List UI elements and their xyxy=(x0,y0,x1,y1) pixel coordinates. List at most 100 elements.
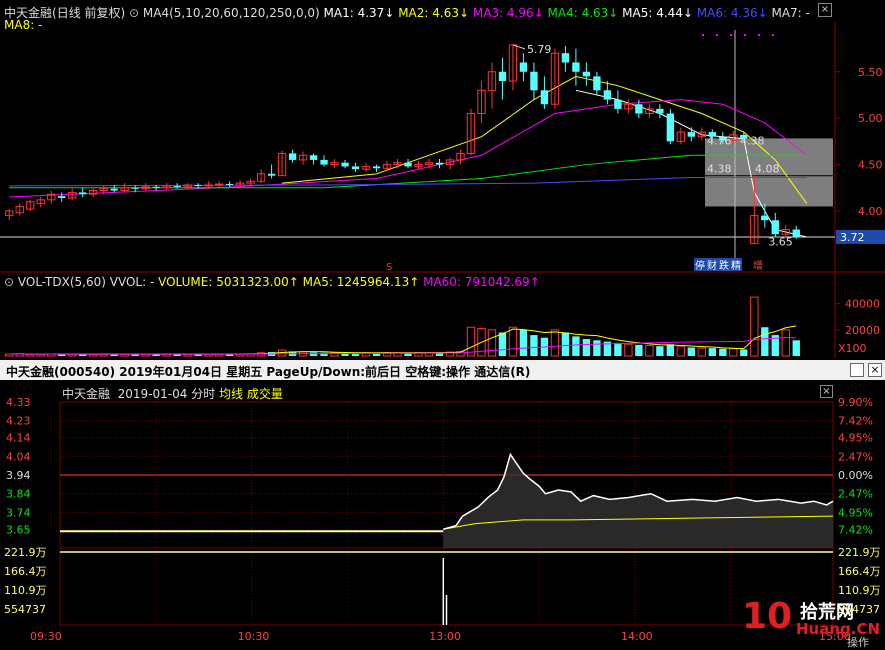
volume-label: 成交量 xyxy=(246,387,283,401)
minute-close-icon[interactable]: × xyxy=(820,385,833,398)
candle-body-down xyxy=(603,90,612,100)
candle-body-down xyxy=(530,71,538,91)
watermark-logo: 10 xyxy=(742,596,792,637)
minute-left-tick: 3.84 xyxy=(6,488,31,501)
chart-canvas: 5.50 5.00 4.50 4.00 3.72 5.79 3.65 4.76 4.38 4.38… xyxy=(0,22,885,643)
minute-date: 2019-01-04 分时 xyxy=(117,387,216,401)
candle-body-down xyxy=(435,162,444,165)
kline-y-tick-label: 4.00 xyxy=(858,205,883,218)
vol-unit-label: X100 xyxy=(838,342,867,355)
candle-body-down xyxy=(666,113,675,142)
candle-body-down xyxy=(372,166,381,169)
minute-right-tick: 2.47% xyxy=(838,488,873,501)
mark-label-1: 4.76 xyxy=(707,134,732,147)
restore-button[interactable] xyxy=(850,363,864,377)
vol-y-tick-label: 40000 xyxy=(845,298,880,311)
mark-label-2: 4.38 xyxy=(740,134,765,147)
top-dot-marker xyxy=(716,34,718,36)
volume-bar-down xyxy=(761,327,769,356)
candle-body-down xyxy=(288,153,297,160)
candle-body-down xyxy=(498,71,507,82)
kline-y-tick-label: 5.00 xyxy=(858,112,883,125)
candle-body-down xyxy=(110,188,118,191)
window-close-button[interactable]: × xyxy=(868,363,882,377)
vol-ma5-line xyxy=(9,325,797,355)
candle-body-down xyxy=(351,166,360,170)
candle-body-up xyxy=(214,183,224,186)
watermark-number: 10 xyxy=(742,596,793,637)
candle-body-down xyxy=(309,155,318,160)
candle-body-down xyxy=(194,184,202,186)
volume-bar-up xyxy=(550,329,560,357)
top-dot-marker xyxy=(702,34,704,36)
volume-bar-down xyxy=(635,344,643,356)
minute-vol-right-tick: 110.9万 xyxy=(838,584,881,597)
price-area xyxy=(443,454,833,548)
minute-right-tick: 7.42% xyxy=(838,415,873,428)
volume-bar-up xyxy=(750,296,759,357)
minute-right-tick: 2.47% xyxy=(838,450,873,463)
bottom-right-label[interactable]: 操作 xyxy=(847,634,869,650)
volume-bar-down xyxy=(666,344,675,356)
candle-body-down xyxy=(761,215,769,221)
high-pointer xyxy=(512,44,526,50)
candle-body-up xyxy=(204,184,213,187)
minute-right-tick: 9.90% xyxy=(838,396,873,409)
volume-bar-down xyxy=(530,335,538,356)
volume-bar-up xyxy=(645,345,654,357)
volume-bar-up xyxy=(676,346,686,357)
minute-vol-left-tick: 110.9万 xyxy=(4,584,47,597)
minute-stock-name: 中天金融 xyxy=(62,387,111,401)
candle-body-down xyxy=(792,229,800,237)
minute-x-tick: 13:00 xyxy=(429,630,461,643)
volume-bar-down xyxy=(582,339,591,356)
event-tag-label: 精 xyxy=(731,259,741,272)
vol-vvol: VVOL: - xyxy=(109,275,155,289)
volume-bar-down xyxy=(561,332,570,356)
volume-bar-down xyxy=(687,347,696,356)
volume-bar-up xyxy=(487,329,497,357)
event-tag-label: 停 xyxy=(695,259,705,272)
minute-left-tick: 4.04 xyxy=(6,450,31,463)
minute-vol-left-tick: 554737 xyxy=(4,603,46,616)
candle-body-down xyxy=(341,162,349,167)
minute-x-tick: 14:00 xyxy=(621,630,653,643)
volume-bar-down xyxy=(740,349,748,356)
minute-vol-right-tick: 221.9万 xyxy=(838,546,881,559)
volume-bar-down xyxy=(656,346,664,356)
volume-bar-down xyxy=(498,332,507,356)
candle-body-down xyxy=(582,71,591,77)
ma6-line xyxy=(9,177,807,187)
vol-name: VOL-TDX(5,60) xyxy=(17,275,106,289)
vol-indicator-icon[interactable]: ⊙ xyxy=(4,275,14,289)
minute-vol-right-tick: 166.4万 xyxy=(838,565,881,578)
sell-signal-marker: S xyxy=(386,262,392,273)
vol-volume: VOLUME: 5031323.00↑ xyxy=(158,275,299,289)
volume-bar-up xyxy=(781,329,790,357)
volume-bar-down xyxy=(519,329,528,356)
minute-right-tick: 7.42% xyxy=(838,523,873,536)
candle-body-down xyxy=(687,132,696,137)
minute-vol-left-tick: 221.9万 xyxy=(4,546,47,559)
volume-bar-down xyxy=(719,348,727,356)
current-price-label: 3.72 xyxy=(840,231,865,244)
minute-left-tick: 3.94 xyxy=(6,469,31,482)
avg-line-label: 均线 xyxy=(219,387,244,401)
minute-left-tick: 3.65 xyxy=(6,523,31,536)
candle-body-down xyxy=(320,159,328,165)
candle-body-down xyxy=(58,196,66,198)
top-dot-marker xyxy=(758,34,760,36)
volume-header: ⊙ VOL-TDX(5,60) VVOL: - VOLUME: 5031323.… xyxy=(4,275,540,289)
minute-right-tick: 0.00% xyxy=(838,469,873,482)
minute-x-tick: 09:30 xyxy=(30,630,62,643)
candle-body-down xyxy=(79,192,87,195)
minute-right-tick: 4.95% xyxy=(838,432,873,445)
vol-ma60: MA60: 791042.69↑ xyxy=(423,275,540,289)
minute-subheader: 中天金融 2019-01-04 分时 均线 成交量 xyxy=(62,385,283,402)
candle-body-down xyxy=(173,185,181,187)
top-dot-marker xyxy=(772,34,774,36)
candle-body-down xyxy=(519,62,528,72)
event-tag-label: 跌 xyxy=(719,259,729,272)
candle-body-down xyxy=(635,104,643,114)
minute-vol-left-tick: 166.4万 xyxy=(4,565,47,578)
